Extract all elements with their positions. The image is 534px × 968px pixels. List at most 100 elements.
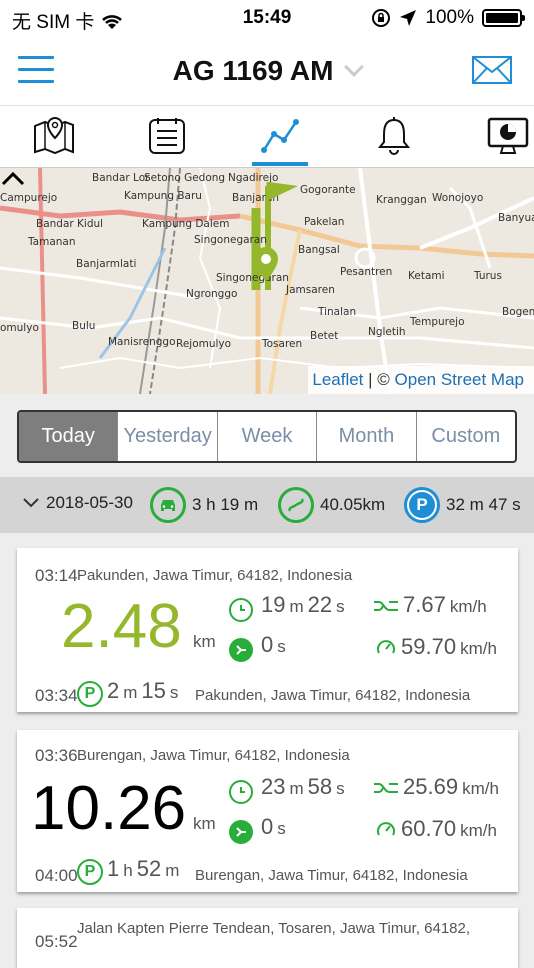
period-yesterday[interactable]: Yesterday bbox=[118, 412, 218, 461]
trip-avg-speed: 25.69 km/h bbox=[373, 774, 499, 800]
trip-drive-time: 19 m 22 s bbox=[229, 592, 345, 622]
chevron-down-icon bbox=[23, 498, 39, 508]
map-place-label: Bandar Lor bbox=[92, 172, 150, 184]
tab-alerts[interactable] bbox=[370, 116, 418, 160]
map-place-label: Setono Gedong bbox=[144, 172, 226, 184]
status-bar: 无 SIM 卡 15:49 100% bbox=[0, 0, 534, 36]
map-place-label: Tosaren bbox=[262, 338, 303, 350]
trip-end-time: 03:34 bbox=[35, 686, 78, 705]
trip-drive-time: 23 m 58 s bbox=[229, 774, 345, 804]
trip-start-address: Burengan, Jawa Timur, 64182, Indonesia bbox=[77, 747, 350, 764]
trip-end-address: Pakunden, Jawa Timur, 64182, Indonesia bbox=[195, 687, 471, 704]
tab-chart[interactable] bbox=[252, 116, 308, 166]
chevron-up-icon[interactable] bbox=[0, 168, 26, 190]
trip-end-address: Burengan, Jawa Timur, 64182, Indonesia bbox=[195, 867, 468, 884]
trip-distance-unit: km bbox=[193, 632, 216, 651]
map-place-label: Ketami bbox=[408, 270, 445, 282]
mail-icon[interactable] bbox=[472, 56, 512, 84]
trip-end-time: 04:00 bbox=[35, 866, 78, 885]
map-place-label: Banyuanya bbox=[498, 212, 534, 224]
period-month[interactable]: Month bbox=[317, 412, 417, 461]
parking-icon: P bbox=[404, 487, 440, 523]
map-place-label: Bogem bbox=[502, 306, 534, 318]
daily-summary[interactable]: 2018-05-30 3 h 19 m 40.05km P 32 m 47 s bbox=[0, 477, 534, 533]
map-place-label: Manisrenggo bbox=[108, 336, 176, 348]
summary-distance: 40.05km bbox=[320, 495, 386, 514]
trip-parking-time: P 1h 52 m bbox=[77, 856, 179, 885]
clock-icon bbox=[229, 780, 253, 804]
trip-start-address: Pakunden, Jawa Timur, 64182, Indonesia bbox=[77, 567, 353, 584]
summary-drive-time: 3 h 19 m bbox=[192, 495, 259, 514]
period-today[interactable]: Today bbox=[19, 412, 119, 461]
trip-max-speed: 60.70 km/h bbox=[375, 814, 497, 842]
map-place-label: Bandar Kidul bbox=[36, 218, 104, 230]
route-icon bbox=[278, 487, 314, 523]
battery-percent: 100% bbox=[425, 7, 474, 28]
map-place-label: omulyo bbox=[0, 322, 39, 334]
trip-avg-speed: 7.67 km/h bbox=[373, 592, 487, 618]
battery-icon bbox=[482, 9, 525, 27]
map-place-label: Kampung Dalem bbox=[142, 218, 230, 230]
map-place-label: Ngletih bbox=[368, 326, 406, 338]
avg-speed-icon bbox=[374, 783, 398, 793]
parking-icon: P bbox=[77, 859, 103, 885]
trip-start-time: 05:52 bbox=[35, 932, 78, 951]
trip-distance: 2.48 bbox=[61, 592, 182, 661]
map-place-label: Campurejo bbox=[0, 192, 58, 204]
trip-start-time: 03:36 bbox=[35, 746, 78, 765]
period-custom[interactable]: Custom bbox=[417, 412, 515, 461]
location-pin-icon bbox=[254, 247, 278, 281]
trip-idle-time: 0s bbox=[229, 632, 286, 662]
trip-card[interactable]: 03:36 Burengan, Jawa Timur, 64182, Indon… bbox=[17, 730, 518, 892]
map-place-label: Rejomulyo bbox=[176, 338, 232, 350]
monitor-report-icon bbox=[487, 117, 529, 154]
map-place-label: Wonojoyo bbox=[432, 192, 484, 204]
vehicle-selector[interactable]: AG 1169 AM bbox=[0, 55, 534, 87]
osm-link[interactable]: Open Street Map bbox=[395, 370, 524, 389]
summary-parking: 32 m 47 s bbox=[446, 495, 521, 514]
tab-reports[interactable] bbox=[484, 116, 532, 160]
tab-bar bbox=[0, 106, 534, 168]
tab-map[interactable] bbox=[30, 116, 78, 160]
trip-start-time: 03:14 bbox=[35, 566, 78, 585]
rotation-lock-icon bbox=[372, 9, 391, 27]
map-place-label: Tempurejo bbox=[410, 316, 465, 328]
trip-distance: 10.26 bbox=[31, 774, 187, 843]
speedometer-icon bbox=[377, 822, 395, 836]
attribution-separator: | © bbox=[363, 370, 395, 389]
tab-list[interactable] bbox=[143, 116, 191, 160]
map-place-label: Kampung Baru bbox=[124, 190, 202, 202]
speedometer-icon bbox=[377, 640, 395, 654]
map-view[interactable]: Bandar Lor Setono Gedong Ngadirejo Gogorant… bbox=[0, 168, 534, 394]
map-place-label: Pakelan bbox=[304, 216, 345, 228]
trip-card[interactable]: 03:14 Pakunden, Jawa Timur, 64182, Indon… bbox=[17, 548, 518, 712]
period-week[interactable]: Week bbox=[218, 412, 318, 461]
summary-date: 2018-05-30 bbox=[46, 493, 133, 512]
clock-icon bbox=[229, 598, 253, 622]
map-icon bbox=[34, 116, 74, 155]
parking-icon: P bbox=[77, 681, 103, 707]
map-place-label: Tamanan bbox=[28, 236, 76, 248]
trip-distance-unit: km bbox=[193, 814, 216, 833]
map-place-label: Betet bbox=[310, 330, 339, 342]
map-place-label: Kranggan bbox=[376, 194, 427, 206]
map-place-label: Pesantren bbox=[340, 266, 393, 278]
map-place-label: Banjarmlati bbox=[76, 258, 137, 270]
map-place-label: Tinalan bbox=[318, 306, 357, 318]
chart-icon bbox=[261, 119, 299, 153]
flag-icon bbox=[266, 182, 298, 210]
list-icon bbox=[149, 118, 185, 154]
car-icon bbox=[150, 487, 186, 523]
chevron-down-icon bbox=[344, 57, 365, 77]
map-place-label: Jamsaren bbox=[286, 284, 335, 296]
map-place-label: Ngronggo bbox=[186, 288, 238, 300]
trip-idle-time: 0s bbox=[229, 814, 286, 844]
idle-icon bbox=[229, 820, 253, 844]
map-attribution: Leaflet | © Open Street Map bbox=[308, 366, 534, 394]
trip-start-address: Jalan Kapten Pierre Tendean, Tosaren, Ja… bbox=[77, 920, 471, 937]
leaflet-link[interactable]: Leaflet bbox=[312, 370, 363, 389]
period-selector: Today Yesterday Week Month Custom bbox=[17, 410, 517, 463]
trip-parking-time: P 2m 15 s bbox=[77, 678, 178, 707]
trip-card[interactable]: 05:52 Jalan Kapten Pierre Tendean, Tosar… bbox=[17, 908, 518, 968]
map-place-label: Bulu bbox=[72, 320, 96, 332]
